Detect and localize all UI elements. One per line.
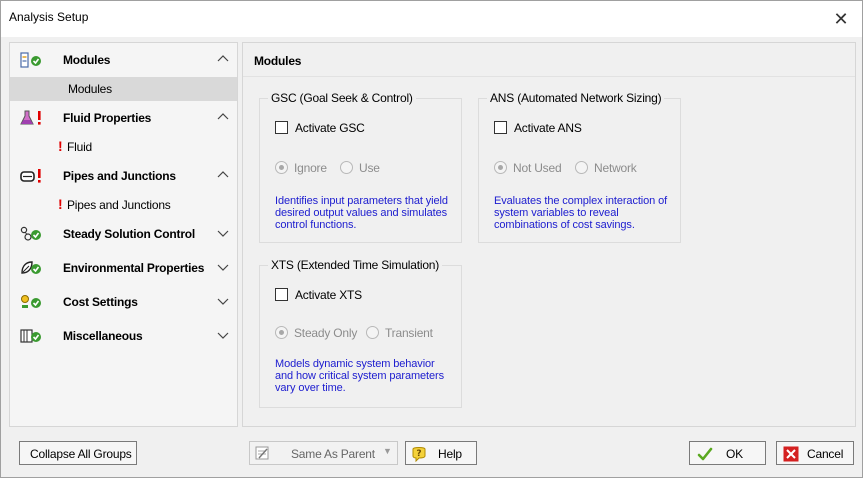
checkmark-icon xyxy=(697,447,713,461)
panel-title: Modules xyxy=(254,54,302,68)
description-line: Evaluates the complex interaction of xyxy=(494,195,668,207)
cancel-icon xyxy=(783,446,799,462)
gsc-legend: GSC (Goal Seek & Control) xyxy=(268,91,416,105)
collapse-all-groups-button[interactable]: Collapse All Groups xyxy=(19,441,137,465)
group-label: Pipes and Junctions xyxy=(63,169,176,183)
panel-header: Modules xyxy=(243,43,855,77)
xts-description: Models dynamic system behavior and how c… xyxy=(275,358,444,394)
gsc-use-radio[interactable] xyxy=(340,161,353,174)
warning-icon: ! xyxy=(58,196,63,212)
chevron-down-icon[interactable] xyxy=(217,296,229,306)
misc-icon xyxy=(20,329,41,343)
description-line: combinations of cost savings. xyxy=(494,219,635,231)
gsc-description: Identifies input parameters that yield d… xyxy=(275,195,448,231)
description-line: desired output values and simulates xyxy=(275,207,447,219)
group-label: Environmental Properties xyxy=(63,261,205,275)
group-environmental-properties[interactable]: Environmental Properties xyxy=(10,251,237,285)
svg-text:?: ? xyxy=(416,449,421,459)
chevron-down-icon[interactable] xyxy=(217,228,229,238)
group-label: Fluid Properties xyxy=(63,111,152,125)
radio-label: Not Used xyxy=(513,161,562,175)
help-button[interactable]: ? Help xyxy=(405,441,477,465)
group-modules[interactable]: Modules xyxy=(10,43,237,77)
sidebar-item-modules[interactable]: Modules xyxy=(10,77,237,101)
description-line: Models dynamic system behavior xyxy=(275,358,435,370)
group-label: Modules xyxy=(63,53,111,67)
description-line: control functions. xyxy=(275,219,357,231)
sidebar-item-pipes-and-junctions[interactable]: ! Pipes and Junctions xyxy=(10,193,237,217)
same-as-parent-dropdown[interactable]: Same As Parent ▼ xyxy=(249,441,398,465)
button-label: OK xyxy=(726,447,743,461)
xts-transient-radio[interactable] xyxy=(366,326,379,339)
radio-label: Transient xyxy=(385,326,433,340)
pipe-warning-icon xyxy=(20,169,41,183)
checkbox-box[interactable] xyxy=(275,121,288,134)
gsc-group: GSC (Goal Seek & Control) Activate GSC I… xyxy=(259,91,462,243)
radio-label: Ignore xyxy=(294,161,327,175)
group-miscellaneous[interactable]: Miscellaneous xyxy=(10,319,237,353)
chevron-down-icon[interactable] xyxy=(217,330,229,340)
button-label: Cancel xyxy=(807,447,844,461)
ok-button[interactable]: OK xyxy=(689,441,766,465)
description-line: and how critical system parameters xyxy=(275,370,444,382)
xts-steady-only-radio[interactable] xyxy=(275,326,288,339)
cancel-button[interactable]: Cancel xyxy=(776,441,854,465)
title-bar: Analysis Setup ✕ xyxy=(1,1,862,37)
group-label: Miscellaneous xyxy=(63,329,143,343)
checkbox-box[interactable] xyxy=(494,121,507,134)
ans-description: Evaluates the complex interaction of sys… xyxy=(494,195,667,231)
group-fluid-properties[interactable]: Fluid Properties xyxy=(10,101,237,135)
description-line: Identifies input parameters that yield xyxy=(275,195,448,207)
sidebar-item-label: Fluid xyxy=(67,140,93,154)
checkbox-label: Activate XTS xyxy=(295,288,362,302)
description-line: vary over time. xyxy=(275,382,346,394)
chevron-up-icon[interactable] xyxy=(217,170,229,180)
button-label: Help xyxy=(438,447,462,461)
sidebar-item-label: Pipes and Junctions xyxy=(67,198,171,212)
ans-network-radio[interactable] xyxy=(575,161,588,174)
window-title: Analysis Setup xyxy=(9,10,89,24)
ans-group: ANS (Automated Network Sizing) Activate … xyxy=(478,91,681,243)
sidebar-item-fluid[interactable]: ! Fluid xyxy=(10,135,237,159)
sidebar-item-label: Modules xyxy=(68,82,112,96)
dropdown-value: Same As Parent xyxy=(291,447,375,461)
solution-control-icon xyxy=(20,226,41,241)
group-label: Cost Settings xyxy=(63,295,138,309)
sidebar: Modules Modules Fluid Properties ! Fluid xyxy=(9,42,238,427)
close-icon[interactable]: ✕ xyxy=(826,5,856,33)
modules-icon xyxy=(20,52,41,68)
flask-warning-icon xyxy=(20,110,41,125)
gsc-ignore-radio[interactable] xyxy=(275,161,288,174)
group-label: Steady Solution Control xyxy=(63,227,196,241)
notepad-icon xyxy=(255,446,269,460)
xts-group: XTS (Extended Time Simulation) Activate … xyxy=(259,258,462,408)
chevron-up-icon[interactable] xyxy=(217,54,229,64)
chevron-down-icon[interactable]: ▼ xyxy=(383,446,392,456)
ans-not-used-radio[interactable] xyxy=(494,161,507,174)
radio-label: Steady Only xyxy=(294,326,358,340)
help-icon: ? xyxy=(412,447,426,462)
xts-legend: XTS (Extended Time Simulation) xyxy=(268,258,443,272)
chevron-down-icon[interactable] xyxy=(217,262,229,272)
radio-label: Use xyxy=(359,161,380,175)
group-steady-solution-control[interactable]: Steady Solution Control xyxy=(10,217,237,251)
checkbox-label: Activate ANS xyxy=(514,121,582,135)
analysis-setup-window: Analysis Setup ✕ Modules Modules Fluid P… xyxy=(0,0,863,478)
chevron-up-icon[interactable] xyxy=(217,112,229,122)
group-cost-settings[interactable]: Cost Settings xyxy=(10,285,237,319)
radio-label: Network xyxy=(594,161,637,175)
ans-legend: ANS (Automated Network Sizing) xyxy=(487,91,665,105)
environment-icon xyxy=(21,261,41,274)
cost-icon xyxy=(21,295,41,308)
button-label: Collapse All Groups xyxy=(30,447,132,461)
checkbox-label: Activate GSC xyxy=(295,121,365,135)
description-line: system variables to reveal xyxy=(494,207,619,219)
group-pipes-and-junctions[interactable]: Pipes and Junctions xyxy=(10,159,237,193)
checkbox-box[interactable] xyxy=(275,288,288,301)
modules-panel: Modules GSC (Goal Seek & Control) Activa… xyxy=(242,42,856,427)
warning-icon: ! xyxy=(58,138,63,154)
